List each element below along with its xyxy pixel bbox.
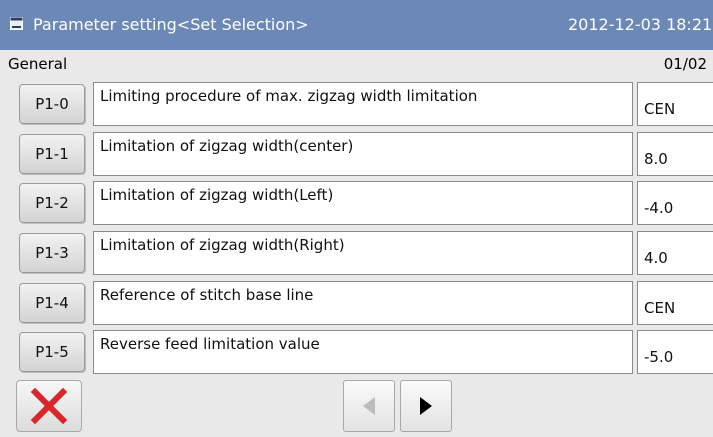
- screen-icon: [10, 17, 23, 30]
- parameter-value[interactable]: CEN: [637, 82, 713, 126]
- parameter-code-button[interactable]: P1-4: [19, 283, 85, 323]
- parameter-code-button[interactable]: P1-2: [19, 183, 85, 223]
- parameter-code-button[interactable]: P1-0: [19, 84, 85, 124]
- parameter-row: P1-0 Limiting procedure of max. zigzag w…: [0, 82, 713, 126]
- parameter-value[interactable]: -5.0: [637, 330, 713, 374]
- page-indicator: 01/02: [663, 55, 707, 73]
- parameter-code-button[interactable]: P1-3: [19, 233, 85, 273]
- arrow-left-icon: [363, 397, 375, 415]
- title-bar: Parameter setting<Set Selection> 2012-12…: [0, 0, 713, 50]
- parameter-row: P1-4 Reference of stitch base line CEN: [0, 281, 713, 325]
- parameter-description[interactable]: Limitation of zigzag width(Right): [93, 231, 633, 275]
- parameter-description[interactable]: Limitation of zigzag width(center): [93, 132, 633, 176]
- arrow-right-icon: [420, 397, 432, 415]
- parameter-code-button[interactable]: P1-5: [19, 332, 85, 372]
- previous-page-button[interactable]: [343, 380, 395, 432]
- close-button[interactable]: [16, 380, 82, 432]
- parameter-code-button[interactable]: P1-1: [19, 134, 85, 174]
- parameter-description[interactable]: Limitation of zigzag width(Left): [93, 181, 633, 225]
- close-x-icon: [30, 388, 68, 424]
- section-label: General: [8, 55, 68, 73]
- next-page-button[interactable]: [400, 380, 452, 432]
- datetime-display: 2012-12-03 18:21: [568, 15, 713, 34]
- parameter-description[interactable]: Reference of stitch base line: [93, 281, 633, 325]
- parameter-row: P1-1 Limitation of zigzag width(center) …: [0, 132, 713, 176]
- parameter-description[interactable]: Reverse feed limitation value: [93, 330, 633, 374]
- window-title: Parameter setting<Set Selection>: [33, 15, 309, 34]
- parameter-value[interactable]: -4.0: [637, 181, 713, 225]
- parameter-row: P1-3 Limitation of zigzag width(Right) 4…: [0, 231, 713, 275]
- parameter-value[interactable]: CEN: [637, 281, 713, 325]
- parameter-row: P1-2 Limitation of zigzag width(Left) -4…: [0, 181, 713, 225]
- parameter-value[interactable]: 8.0: [637, 132, 713, 176]
- parameter-description[interactable]: Limiting procedure of max. zigzag width …: [93, 82, 633, 126]
- parameter-row: P1-5 Reverse feed limitation value -5.0: [0, 330, 713, 374]
- parameter-value[interactable]: 4.0: [637, 231, 713, 275]
